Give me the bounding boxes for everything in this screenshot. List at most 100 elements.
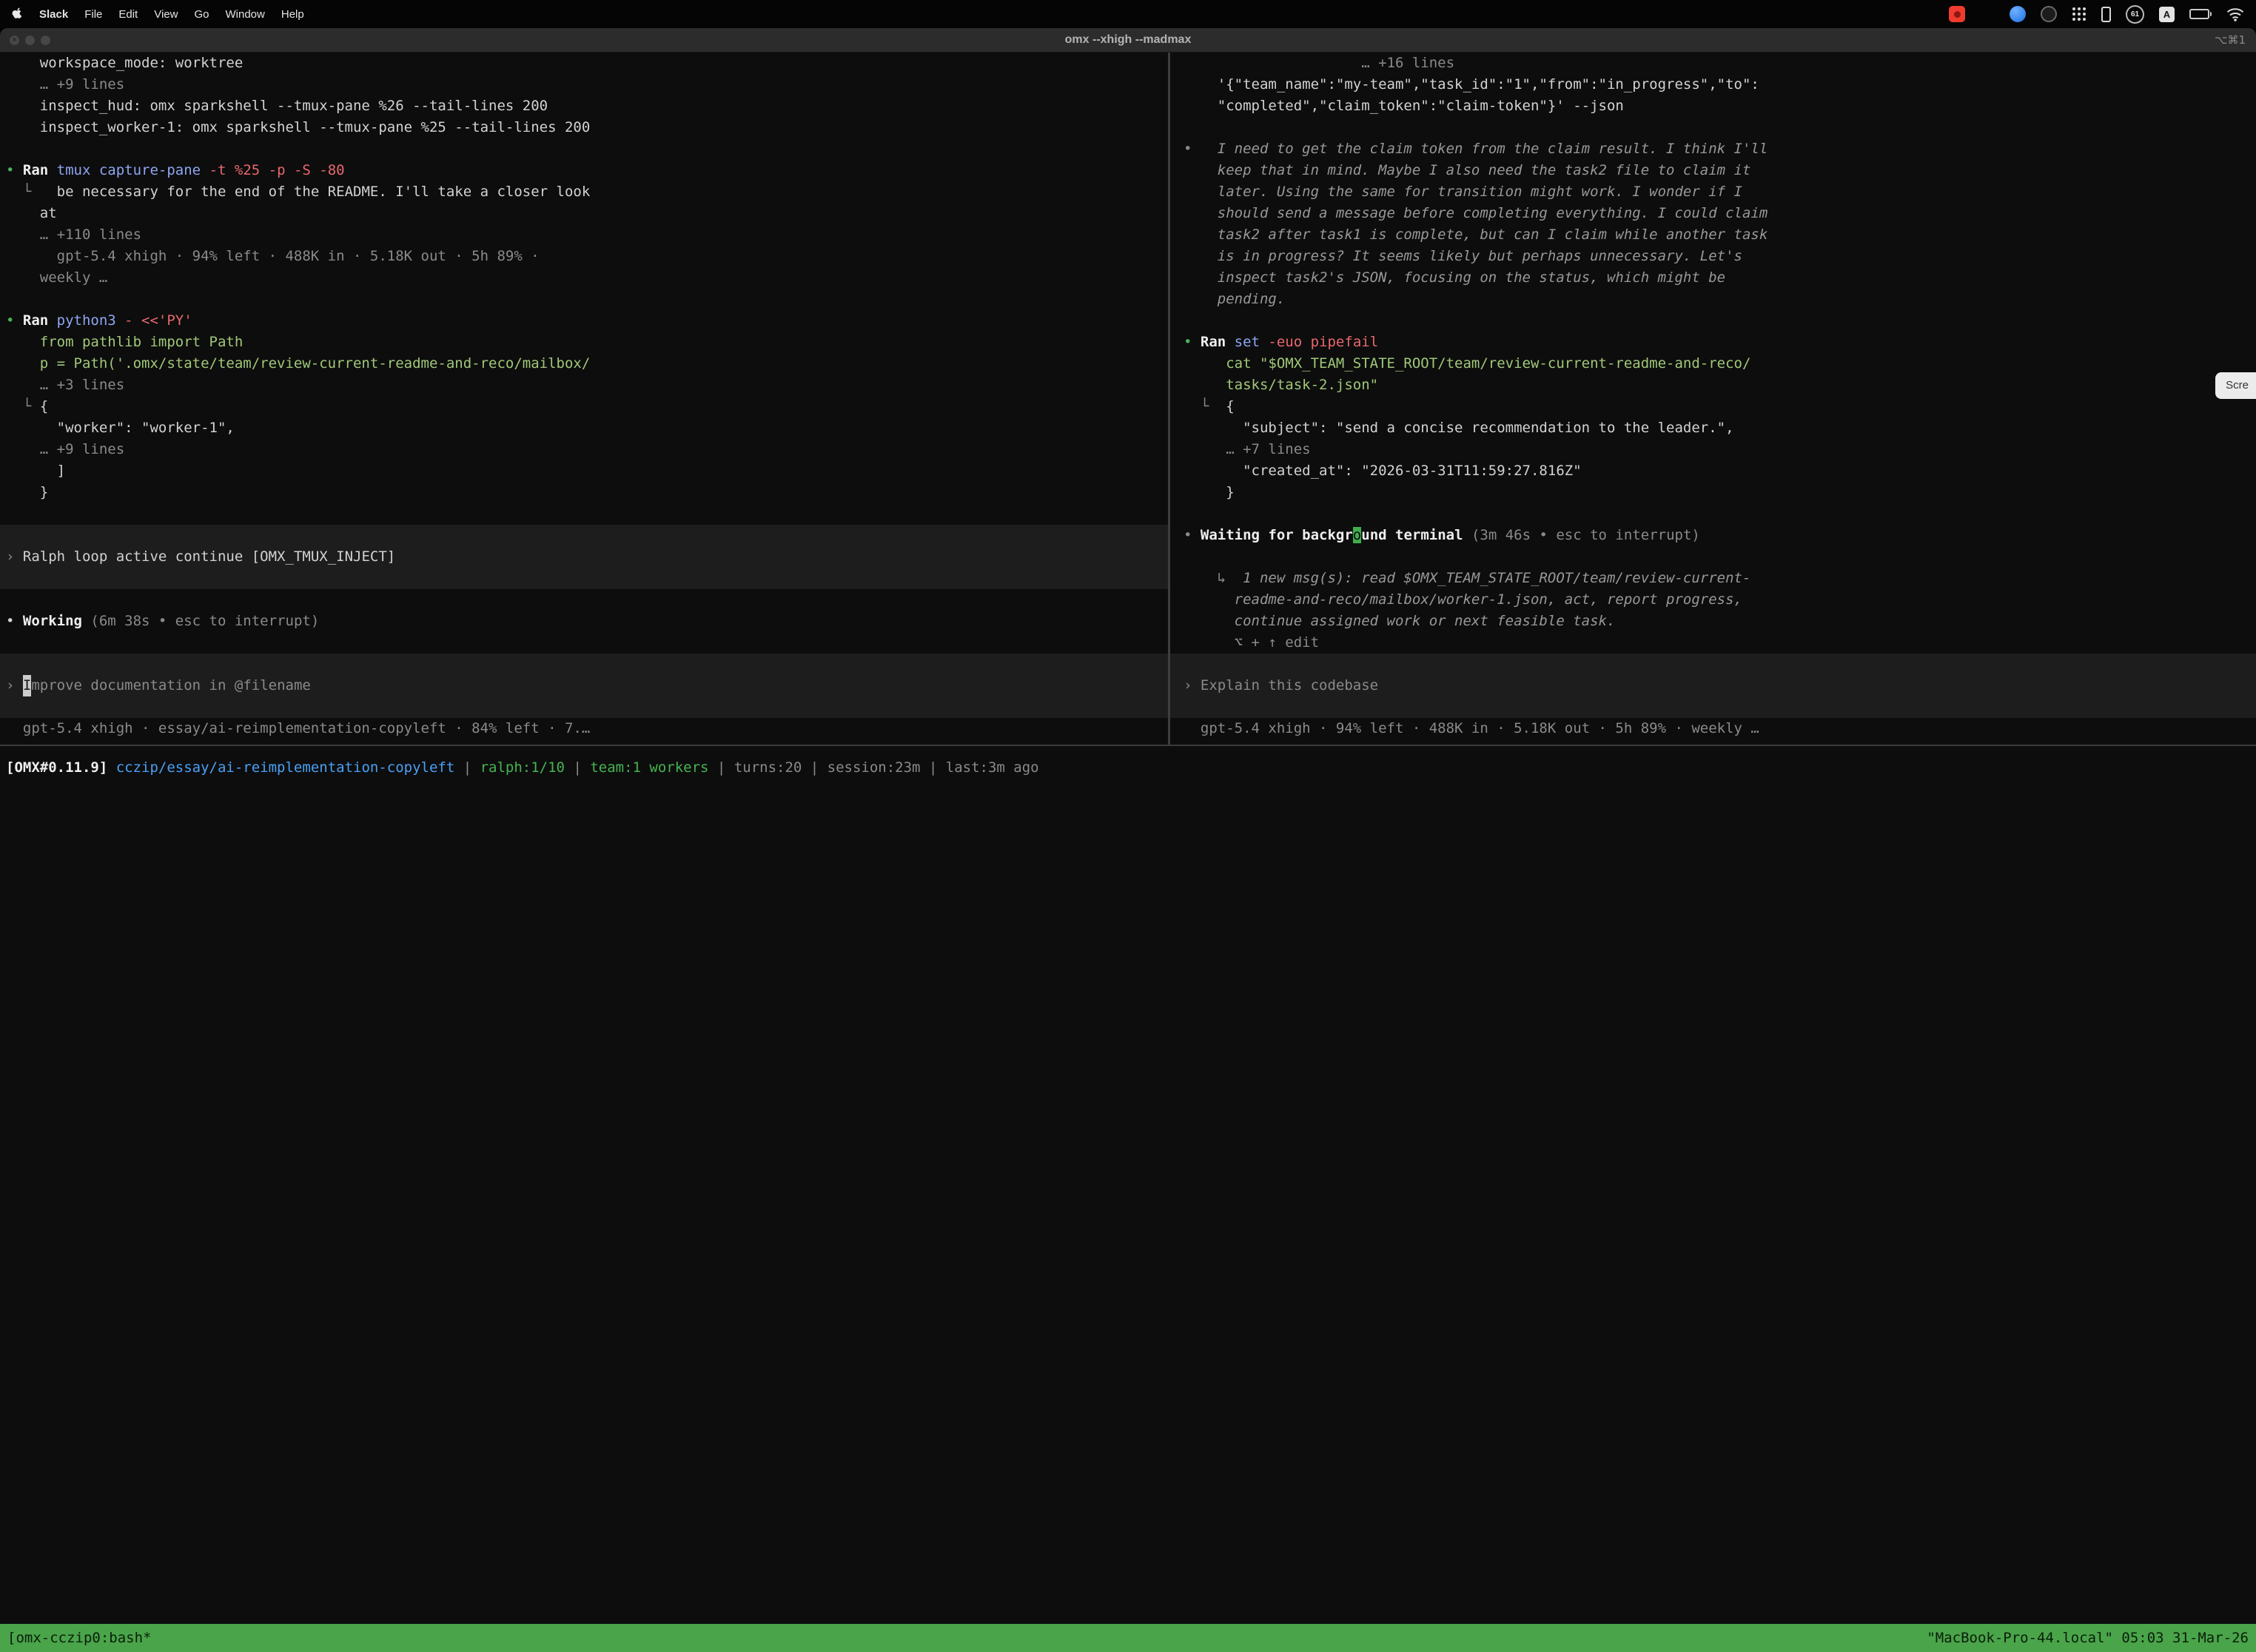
- terminal-line: cat "$OMX_TEAM_STATE_ROOT/team/review-cu…: [1170, 353, 2256, 375]
- zoom-button[interactable]: [41, 36, 50, 45]
- close-button[interactable]: ×: [10, 36, 19, 45]
- text-segment: {: [40, 398, 48, 414]
- prompt-input-row[interactable]: › Explain this codebase: [1170, 654, 2256, 718]
- terminal-line: ⌥ + ↑ edit: [1170, 632, 2256, 654]
- text-segment: … +16 lines: [1184, 55, 1454, 71]
- text-segment: "created_at": "2026-03-31T11:59:27.816Z": [1184, 463, 1582, 479]
- terminal-line: pending.: [1170, 289, 2256, 310]
- menubar: Slack File Edit View Go Window Help 61 A: [0, 0, 2256, 28]
- terminal-line: gpt-5.4 xhigh · 94% left · 488K in · 5.1…: [1170, 718, 2256, 739]
- prompt-input-row[interactable]: › Improve documentation in @filename: [0, 654, 1168, 718]
- terminal-line: ↳ 1 new msg(s): read $OMX_TEAM_STATE_ROO…: [1170, 568, 2256, 589]
- terminal-line: p = Path('.omx/state/team/review-current…: [0, 353, 1168, 375]
- text-segment: Explain this codebase: [1201, 675, 1378, 696]
- terminal-line: keep that in mind. Maybe I also need the…: [1170, 160, 2256, 181]
- screen: Slack File Edit View Go Window Help 61 A: [0, 0, 2256, 1652]
- text-segment: … +9 lines: [6, 441, 124, 457]
- text-segment: workspace_mode: worktree: [6, 55, 243, 71]
- text-segment: be necessary for the end of the README. …: [40, 184, 591, 200]
- window-titlebar[interactable]: × omx --xhigh --madmax ⌥⌘1: [0, 28, 2256, 53]
- text-segment: … +9 lines: [6, 76, 124, 93]
- text-segment: "subject": "send a concise recommendatio…: [1184, 420, 1734, 436]
- text-segment: weekly …: [6, 269, 107, 286]
- text-segment: team:1 workers: [590, 759, 708, 776]
- terminal-line: • I need to get the claim token from the…: [1170, 138, 2256, 160]
- terminal-line: "completed","claim_token":"claim-token"}…: [1170, 95, 2256, 117]
- terminal-line: … +16 lines: [1170, 53, 2256, 74]
- tmux-session: workspace_mode: worktree … +9 lines insp…: [0, 53, 2256, 745]
- wifi-icon[interactable]: [2226, 7, 2244, 21]
- tmux-pane-left[interactable]: workspace_mode: worktree … +9 lines insp…: [0, 53, 1168, 745]
- blue-app-icon[interactable]: [2010, 6, 2026, 22]
- text-segment: [OMX#0.11.9]: [6, 759, 116, 776]
- terminal-line: }: [0, 482, 1168, 503]
- terminal-line: └ {: [1170, 396, 2256, 417]
- omx-status-line: [OMX#0.11.9] cczip/essay/ai-reimplementa…: [0, 746, 2256, 789]
- battery-percent-circle[interactable]: 61: [2126, 5, 2144, 24]
- screen-recording-indicator[interactable]: [1949, 6, 1965, 22]
- tmux-status-bar: [omx-cczip0:bash* "MacBook-Pro-44.local"…: [0, 1624, 2256, 1652]
- text-segment: … +110 lines: [6, 226, 141, 243]
- text-segment: ⌥ + ↑ edit: [1184, 634, 1319, 651]
- text-segment: und terminal: [1361, 527, 1463, 543]
- dots-grid-icon[interactable]: [2072, 7, 2087, 21]
- terminal-line: … +110 lines: [0, 224, 1168, 246]
- text-segment: }: [6, 484, 48, 500]
- terminal-window: × omx --xhigh --madmax ⌥⌘1 workspace_mod…: [0, 28, 2256, 1652]
- text-segment: inspect_worker-1: omx sparkshell --tmux-…: [6, 119, 590, 135]
- screen-overlay-tooltip: Scre: [2215, 372, 2256, 399]
- text-segment: Ralph loop active continue [OMX_TMUX_INJ…: [23, 546, 395, 568]
- text-segment: tmux capture-pane: [48, 162, 201, 178]
- text-segment: Ran: [23, 162, 48, 178]
- text-segment: task2 after task1 is complete, but can I…: [1184, 226, 1767, 243]
- text-segment: ]: [6, 463, 65, 479]
- text-segment: •: [6, 312, 23, 329]
- text-segment: set: [1226, 334, 1260, 350]
- text-segment: Waiting for backgr: [1201, 527, 1353, 543]
- text-segment: └: [6, 184, 40, 200]
- text-segment: |: [708, 759, 733, 776]
- battery-icon[interactable]: [2189, 9, 2212, 19]
- terminal-line: later. Using the same for transition mig…: [1170, 181, 2256, 203]
- text-segment: }: [1184, 484, 1235, 500]
- terminal-line: task2 after task1 is complete, but can I…: [1170, 224, 2256, 246]
- menu-go[interactable]: Go: [194, 8, 209, 21]
- menubar-left: Slack File Edit View Go Window Help: [0, 7, 304, 21]
- text-segment: inspect task2's JSON, focusing on the st…: [1184, 269, 1725, 286]
- text-segment: … +7 lines: [1184, 441, 1311, 457]
- record-dot-icon: [1954, 11, 1961, 18]
- text-segment: Ran: [1201, 334, 1226, 350]
- terminal-line: inspect_worker-1: omx sparkshell --tmux-…: [0, 117, 1168, 138]
- menu-edit[interactable]: Edit: [118, 8, 138, 21]
- terminal-line: at: [0, 203, 1168, 224]
- terminal-line: • Working (6m 38s • esc to interrupt): [0, 611, 1168, 632]
- prompt-input-row[interactable]: › Ralph loop active continue [OMX_TMUX_I…: [0, 525, 1168, 589]
- terminal-line: weekly …: [0, 267, 1168, 289]
- menu-file[interactable]: File: [84, 8, 102, 21]
- terminal-line: gpt-5.4 xhigh · 94% left · 488K in · 5.1…: [0, 246, 1168, 267]
- text-segment: ›: [6, 546, 23, 568]
- dark-app-icon[interactable]: [2041, 6, 2057, 22]
- text-segment: continue assigned work or next feasible …: [1184, 613, 1615, 629]
- menubar-status-icons: 61 A: [1949, 5, 2256, 24]
- terminal-line: inspect task2's JSON, focusing on the st…: [1170, 267, 2256, 289]
- menu-view[interactable]: View: [154, 8, 178, 21]
- tmux-session-name: [omx-cczip0:bash*: [7, 1630, 151, 1646]
- terminal-line: workspace_mode: worktree: [0, 53, 1168, 74]
- menu-app-name[interactable]: Slack: [39, 8, 68, 21]
- window-title: omx --xhigh --madmax: [1065, 33, 1192, 47]
- menu-window[interactable]: Window: [226, 8, 265, 21]
- window-grid-icon[interactable]: [1980, 7, 1995, 21]
- input-source-icon[interactable]: A: [2159, 7, 2175, 22]
- terminal-line: should send a message before completing …: [1170, 203, 2256, 224]
- menu-help[interactable]: Help: [281, 8, 304, 21]
- text-segment: {: [1218, 398, 1235, 414]
- display-icon[interactable]: [2101, 7, 2111, 22]
- text-segment: "completed","claim_token":"claim-token"}…: [1184, 98, 1624, 114]
- text-segment: |: [454, 759, 480, 776]
- tmux-pane-right[interactable]: … +16 lines '{"team_name":"my-team","tas…: [1170, 53, 2256, 745]
- terminal-line: • Ran tmux capture-pane -t %25 -p -S -80: [0, 160, 1168, 181]
- minimize-button[interactable]: [25, 36, 35, 45]
- apple-menu-icon[interactable]: [12, 7, 23, 21]
- text-segment: p = Path('.omx/state/team/review-current…: [6, 355, 590, 372]
